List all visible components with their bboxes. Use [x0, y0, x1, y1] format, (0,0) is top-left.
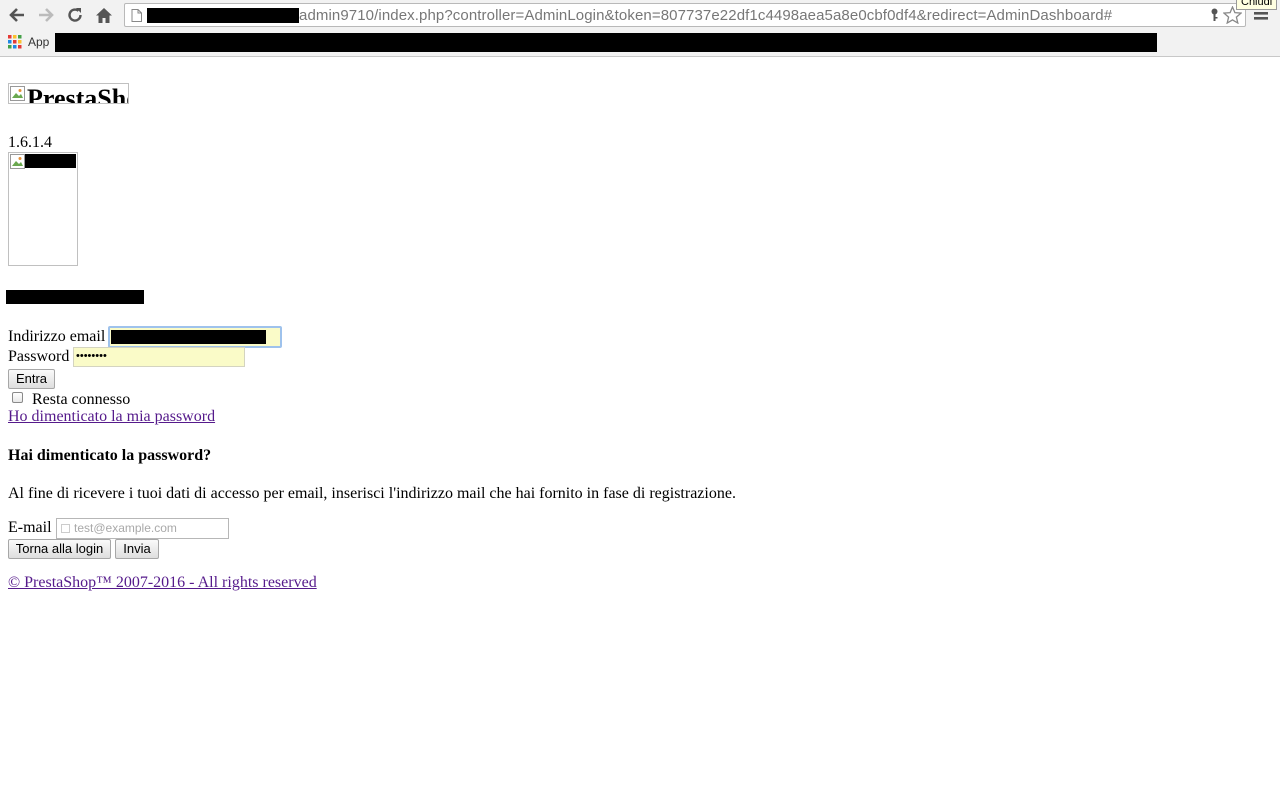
redacted-email-value: [111, 330, 266, 344]
field-icon: [61, 524, 70, 534]
password-label: Password: [8, 348, 70, 366]
home-icon: [96, 7, 112, 23]
page-content: PrestaShop 1.6.1.4 Indirizzo email Passw…: [0, 57, 1280, 800]
url-text: admin9710/index.php?controller=AdminLogi…: [299, 7, 1113, 24]
address-bar[interactable]: admin9710/index.php?controller=AdminLogi…: [124, 3, 1246, 27]
version-text: 1.6.1.4: [8, 134, 52, 151]
reset-email-row: E-mail test@example.com: [8, 518, 229, 539]
forgot-password-heading: Hai dimenticato la password?: [8, 447, 212, 464]
email-input[interactable]: [108, 326, 282, 348]
forgot-password-instructions: Al fine di ricevere i tuoi dati di acces…: [8, 485, 736, 502]
browser-toolbar: admin9710/index.php?controller=AdminLogi…: [0, 0, 1280, 57]
tooltip: Chiudi: [1236, 0, 1278, 10]
remember-me-checkbox[interactable]: [12, 392, 23, 403]
redacted-domain: [147, 8, 299, 23]
redacted-avatar-alt: [25, 154, 76, 168]
home-button[interactable]: [92, 4, 116, 26]
apps-bookmark[interactable]: App: [28, 35, 49, 49]
forgot-password-link[interactable]: Ho dimenticato la mia password: [8, 408, 215, 426]
redacted-bookmarks: [55, 33, 1157, 52]
logo-image: PrestaShop: [8, 83, 129, 104]
reset-email-placeholder: test@example.com: [74, 521, 177, 535]
login-email-row: Indirizzo email: [8, 326, 282, 348]
broken-image-icon: [10, 154, 25, 169]
reload-button[interactable]: [63, 4, 87, 26]
employee-avatar-image: [8, 152, 78, 266]
password-input[interactable]: ••••••••: [73, 347, 245, 367]
copyright-link[interactable]: © PrestaShop™ 2007-2016 - All rights res…: [8, 574, 317, 592]
redacted-shop-name: [6, 290, 144, 304]
login-password-row: Password ••••••••: [8, 347, 245, 367]
back-button[interactable]: [5, 4, 29, 26]
bookmarks-bar: App: [0, 31, 1280, 55]
back-to-login-button[interactable]: Torna alla login: [8, 539, 111, 559]
reload-icon: [68, 8, 82, 22]
forward-button[interactable]: [34, 4, 58, 26]
reset-email-label: E-mail: [8, 519, 52, 537]
send-reset-button[interactable]: Invia: [115, 539, 159, 559]
page-icon: [131, 9, 142, 22]
back-arrow-icon: [9, 8, 24, 22]
logo-alt-text: PrestaShop: [27, 84, 128, 104]
forward-arrow-icon: [39, 8, 54, 22]
reset-email-input[interactable]: test@example.com: [56, 518, 229, 539]
apps-grid-icon[interactable]: [8, 35, 22, 49]
login-submit-button[interactable]: Entra: [8, 369, 55, 389]
key-icon[interactable]: [1210, 8, 1219, 22]
email-label: Indirizzo email: [8, 328, 106, 346]
broken-image-icon: [10, 86, 25, 101]
remember-me-label[interactable]: Resta connesso: [32, 391, 130, 409]
